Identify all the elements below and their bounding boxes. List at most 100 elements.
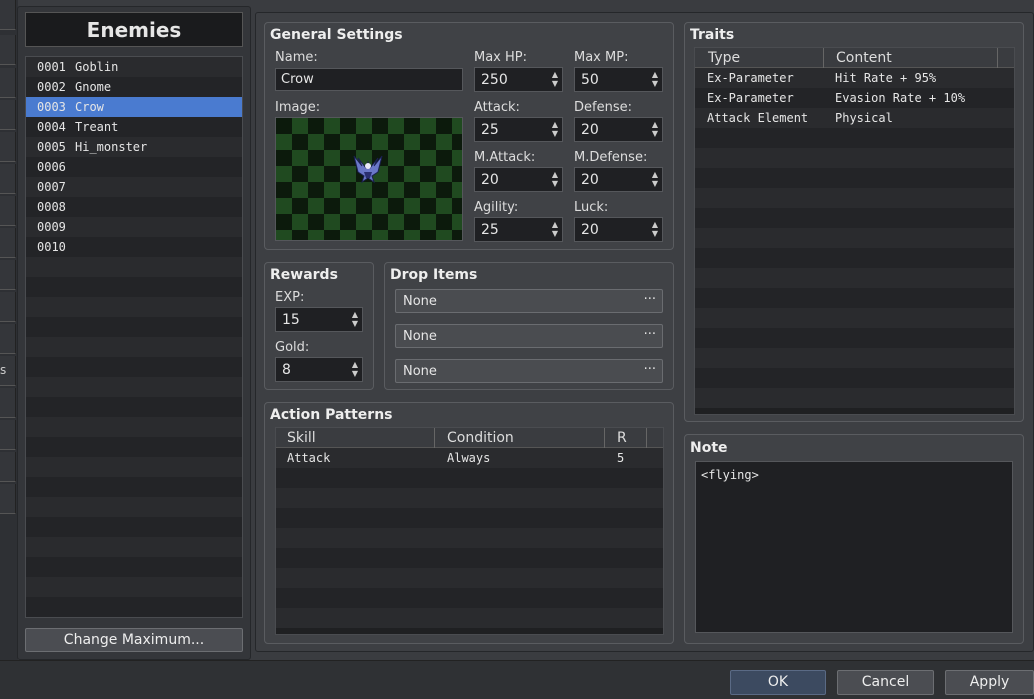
table-row[interactable] bbox=[695, 228, 1014, 248]
spin-arrows-icon[interactable]: ▲ ▼ bbox=[652, 220, 658, 238]
list-item[interactable] bbox=[26, 597, 242, 617]
table-row[interactable] bbox=[695, 288, 1014, 308]
category-tab[interactable] bbox=[0, 484, 16, 514]
table-row[interactable]: Attack Element Physical bbox=[695, 108, 1014, 128]
defense-spinbox[interactable]: 20 ▲ ▼ bbox=[574, 117, 663, 142]
list-item[interactable] bbox=[26, 577, 242, 597]
category-tab[interactable] bbox=[0, 260, 16, 290]
luck-spinbox[interactable]: 20 ▲ ▼ bbox=[574, 217, 663, 242]
table-row[interactable] bbox=[695, 248, 1014, 268]
spin-arrows-icon[interactable]: ▲ ▼ bbox=[552, 220, 558, 238]
table-row[interactable] bbox=[695, 168, 1014, 188]
apply-button[interactable]: Apply bbox=[945, 670, 1034, 695]
spin-arrows-icon[interactable]: ▲ ▼ bbox=[652, 120, 658, 138]
maxhp-spinbox[interactable]: 250 ▲ ▼ bbox=[474, 67, 563, 92]
category-tab[interactable] bbox=[0, 0, 16, 30]
table-row[interactable] bbox=[695, 188, 1014, 208]
enemy-list[interactable]: 0001 Goblin 0002 Gnome 0003 Crow 0004 Treant 000… bbox=[25, 56, 243, 618]
table-row[interactable] bbox=[276, 608, 663, 628]
drop-item-button[interactable]: None ··· bbox=[395, 359, 663, 383]
list-item[interactable]: 0001 Goblin bbox=[26, 57, 242, 77]
cancel-button[interactable]: Cancel bbox=[837, 670, 934, 695]
table-row[interactable]: Ex-Parameter Hit Rate + 95% bbox=[695, 68, 1014, 88]
agility-spinbox[interactable]: 25 ▲ ▼ bbox=[474, 217, 563, 242]
note-textarea[interactable]: <flying> bbox=[695, 461, 1013, 633]
spin-arrows-icon[interactable]: ▲ ▼ bbox=[352, 310, 358, 328]
category-tab[interactable] bbox=[0, 164, 16, 194]
list-item[interactable] bbox=[26, 297, 242, 317]
header-skill[interactable]: Skill bbox=[287, 430, 316, 446]
table-row[interactable] bbox=[276, 528, 663, 548]
table-row[interactable] bbox=[695, 208, 1014, 228]
spin-arrows-icon[interactable]: ▲ ▼ bbox=[352, 360, 358, 378]
list-item[interactable]: 0008 bbox=[26, 197, 242, 217]
table-row[interactable] bbox=[276, 508, 663, 528]
attack-spinbox[interactable]: 25 ▲ ▼ bbox=[474, 117, 563, 142]
drop-item-button[interactable]: None ··· bbox=[395, 324, 663, 348]
list-item[interactable] bbox=[26, 537, 242, 557]
table-row[interactable] bbox=[695, 328, 1014, 348]
spin-arrows-icon[interactable]: ▲ ▼ bbox=[552, 170, 558, 188]
list-item[interactable] bbox=[26, 377, 242, 397]
list-item[interactable]: 0009 bbox=[26, 217, 242, 237]
category-tab[interactable] bbox=[0, 228, 16, 258]
category-tab[interactable] bbox=[0, 420, 16, 450]
spin-arrows-icon[interactable]: ▲ ▼ bbox=[652, 170, 658, 188]
list-item[interactable] bbox=[26, 357, 242, 377]
list-item[interactable] bbox=[26, 457, 242, 477]
list-item-selected[interactable]: 0003 Crow bbox=[26, 97, 242, 117]
category-tab[interactable] bbox=[0, 35, 16, 65]
list-item[interactable]: 0002 Gnome bbox=[26, 77, 242, 97]
spin-arrows-icon[interactable]: ▲ ▼ bbox=[552, 120, 558, 138]
category-tab[interactable] bbox=[0, 324, 16, 354]
table-row[interactable]: Ex-Parameter Evasion Rate + 10% bbox=[695, 88, 1014, 108]
traits-table[interactable]: Type Content Ex-Parameter Hit Rate + 95% E… bbox=[694, 47, 1015, 415]
table-row[interactable] bbox=[695, 268, 1014, 288]
table-row[interactable] bbox=[276, 488, 663, 508]
category-tab[interactable] bbox=[0, 452, 16, 482]
drop-item-button[interactable]: None ··· bbox=[395, 289, 663, 313]
table-row[interactable] bbox=[695, 148, 1014, 168]
list-item[interactable] bbox=[26, 517, 242, 537]
table-row[interactable] bbox=[276, 568, 663, 588]
list-item[interactable]: 0007 bbox=[26, 177, 242, 197]
list-item[interactable] bbox=[26, 557, 242, 577]
table-row[interactable] bbox=[276, 588, 663, 608]
table-row[interactable]: Attack Always 5 bbox=[276, 448, 663, 468]
mdefense-spinbox[interactable]: 20 ▲ ▼ bbox=[574, 167, 663, 192]
ok-button[interactable]: OK bbox=[730, 670, 826, 695]
header-type[interactable]: Type bbox=[708, 50, 740, 66]
table-row[interactable] bbox=[276, 548, 663, 568]
list-item[interactable]: 0010 bbox=[26, 237, 242, 257]
category-tab[interactable] bbox=[0, 68, 16, 98]
list-item[interactable] bbox=[26, 397, 242, 417]
list-item[interactable] bbox=[26, 417, 242, 437]
exp-spinbox[interactable]: 15 ▲ ▼ bbox=[275, 307, 363, 332]
list-item[interactable]: 0004 Treant bbox=[26, 117, 242, 137]
mattack-spinbox[interactable]: 20 ▲ ▼ bbox=[474, 167, 563, 192]
table-row[interactable] bbox=[695, 308, 1014, 328]
category-tab[interactable] bbox=[0, 388, 16, 418]
change-maximum-button[interactable]: Change Maximum... bbox=[25, 628, 243, 652]
list-item[interactable] bbox=[26, 437, 242, 457]
spin-arrows-icon[interactable]: ▲ ▼ bbox=[552, 70, 558, 88]
list-item[interactable] bbox=[26, 477, 242, 497]
table-row[interactable] bbox=[695, 128, 1014, 148]
list-item[interactable] bbox=[26, 497, 242, 517]
spin-arrows-icon[interactable]: ▲ ▼ bbox=[652, 70, 658, 88]
table-row[interactable] bbox=[276, 468, 663, 488]
category-tab[interactable] bbox=[0, 132, 16, 162]
header-content[interactable]: Content bbox=[836, 50, 892, 66]
table-row[interactable] bbox=[695, 388, 1014, 408]
category-tab[interactable] bbox=[0, 196, 16, 226]
header-r[interactable]: R bbox=[617, 430, 627, 446]
list-item[interactable] bbox=[26, 337, 242, 357]
image-preview[interactable] bbox=[275, 117, 463, 241]
list-item[interactable]: 0006 bbox=[26, 157, 242, 177]
maxmp-spinbox[interactable]: 50 ▲ ▼ bbox=[574, 67, 663, 92]
category-tab[interactable] bbox=[0, 100, 16, 130]
category-tab[interactable] bbox=[0, 292, 16, 322]
header-condition[interactable]: Condition bbox=[447, 430, 514, 446]
table-row[interactable] bbox=[695, 368, 1014, 388]
action-patterns-table[interactable]: Skill Condition R Attack Always 5 bbox=[275, 427, 664, 635]
